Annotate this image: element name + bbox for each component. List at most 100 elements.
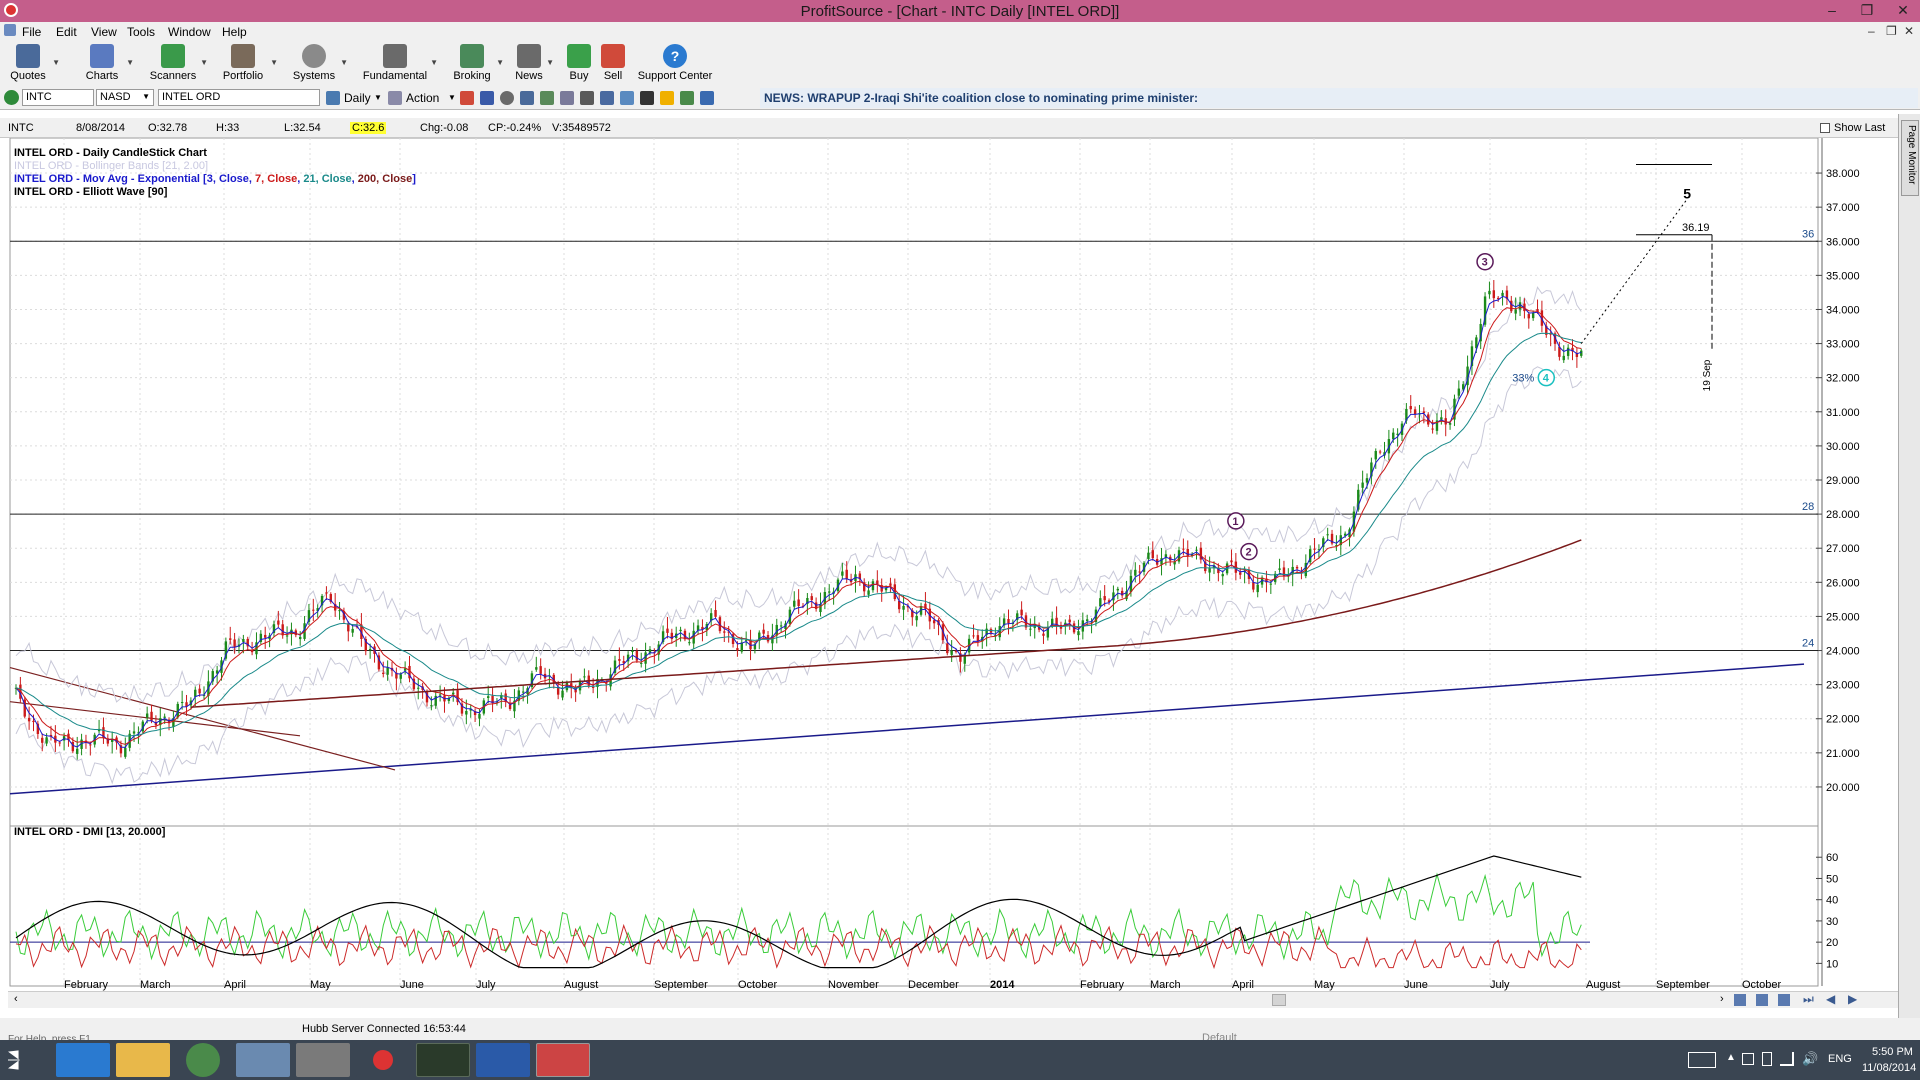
- step-forward-icon[interactable]: ▶: [1848, 992, 1857, 1006]
- maximize-button[interactable]: ❐: [1850, 0, 1884, 22]
- recorder-icon[interactable]: [356, 1043, 410, 1077]
- menu-view[interactable]: View: [91, 25, 117, 39]
- charts-button[interactable]: Charts ▼: [80, 42, 134, 86]
- minimize-button[interactable]: –: [1815, 0, 1849, 22]
- calculator-icon[interactable]: [236, 1043, 290, 1077]
- scroll-thumb[interactable]: [1272, 994, 1286, 1006]
- scroll-right-icon[interactable]: ›: [1720, 993, 1724, 1005]
- quotes-button[interactable]: Quotes ▼: [6, 42, 60, 86]
- clock-date[interactable]: 11/08/2014: [1862, 1062, 1916, 1074]
- volume-icon[interactable]: 🔊: [1802, 1051, 1818, 1067]
- keyboard-icon[interactable]: [1688, 1052, 1716, 1068]
- sell-icon: [601, 44, 625, 68]
- chevron-down-icon[interactable]: ▼: [270, 58, 278, 67]
- period-select[interactable]: Daily: [344, 91, 371, 105]
- candle-body: [583, 676, 586, 678]
- candle-body: [932, 620, 936, 624]
- menu-help[interactable]: Help: [222, 25, 247, 39]
- menu-edit[interactable]: Edit: [56, 25, 77, 39]
- word-icon[interactable]: [476, 1043, 530, 1077]
- tray-expand-icon[interactable]: ▲: [1726, 1052, 1736, 1063]
- price-chart[interactable]: 38.000 37.000 36.000 35.000 34.000 33.000 32.0…: [0, 138, 1898, 991]
- support-center-button[interactable]: ? Support Center: [636, 42, 714, 86]
- chart-area[interactable]: 38.000 37.000 36.000 35.000 34.000 33.000 32.0…: [0, 138, 1898, 1008]
- menu-window[interactable]: Window: [168, 25, 211, 39]
- zoom-in-icon[interactable]: [1734, 994, 1746, 1006]
- buy-button[interactable]: Buy: [566, 42, 592, 86]
- show-last-checkbox[interactable]: [1820, 123, 1830, 133]
- page-monitor-tab[interactable]: Page Monitor: [1901, 120, 1919, 196]
- chevron-down-icon[interactable]: ▼: [448, 93, 456, 102]
- news-button[interactable]: News ▼: [514, 42, 554, 86]
- save-icon[interactable]: [480, 91, 494, 105]
- chevron-down-icon[interactable]: ▼: [52, 58, 60, 67]
- fundamental-button[interactable]: Fundamental ▼: [362, 42, 438, 86]
- language-indicator[interactable]: ENG: [1828, 1053, 1852, 1065]
- portfolio-button[interactable]: Portfolio ▼: [218, 42, 278, 86]
- chevron-down-icon[interactable]: ▼: [200, 58, 208, 67]
- sell-button[interactable]: Sell: [600, 42, 626, 86]
- app-icon[interactable]: [296, 1043, 350, 1077]
- scroll-left-icon[interactable]: ‹: [14, 993, 18, 1005]
- step-back-icon[interactable]: ◀: [1826, 992, 1835, 1006]
- mdi-restore-button[interactable]: ❐: [1886, 24, 1897, 38]
- trend-icon[interactable]: [640, 91, 654, 105]
- star-icon[interactable]: [660, 91, 674, 105]
- compare-icon[interactable]: [680, 91, 694, 105]
- arrow-down-icon[interactable]: [460, 91, 474, 105]
- security-name-field[interactable]: INTEL ORD: [158, 89, 320, 106]
- scanners-button[interactable]: Scanners ▼: [148, 42, 208, 86]
- candle-body: [338, 610, 341, 612]
- settings-icon[interactable]: [500, 91, 514, 105]
- scroll-end-icon[interactable]: ⏭: [1803, 992, 1814, 1007]
- chrome-icon[interactable]: [186, 1043, 220, 1077]
- tools-icon[interactable]: [580, 91, 594, 105]
- candle-body: [465, 710, 468, 715]
- mdi-close-button[interactable]: ✕: [1904, 24, 1914, 38]
- mdi-minimize-button[interactable]: –: [1868, 24, 1875, 38]
- broking-button[interactable]: Broking ▼: [450, 42, 504, 86]
- file-explorer-icon[interactable]: [116, 1043, 170, 1077]
- alert-icon[interactable]: [620, 91, 634, 105]
- chevron-down-icon[interactable]: ▼: [430, 58, 438, 67]
- close-button[interactable]: ✕: [1886, 0, 1920, 22]
- horizontal-scrollbar[interactable]: ‹ › ⏭ ◀ ▶: [8, 991, 1898, 1008]
- signal-icon[interactable]: [1780, 1052, 1794, 1066]
- zoom-fit-icon[interactable]: [1778, 994, 1790, 1006]
- template-icon[interactable]: [560, 91, 574, 105]
- go-icon[interactable]: [4, 90, 19, 105]
- exchange-select[interactable]: NASD ▼: [96, 89, 154, 106]
- candle-body: [679, 629, 682, 632]
- document-icon[interactable]: [4, 24, 16, 36]
- menu-tools[interactable]: Tools: [127, 25, 155, 39]
- systems-button[interactable]: Systems ▼: [290, 42, 348, 86]
- symbol-input[interactable]: INTC: [22, 89, 94, 106]
- indicator-icon[interactable]: [540, 91, 554, 105]
- x-tick-label: April: [1232, 979, 1254, 991]
- chevron-down-icon[interactable]: ▼: [496, 58, 504, 67]
- layout-icon[interactable]: [700, 91, 714, 105]
- zoom-out-icon[interactable]: [1756, 994, 1768, 1006]
- action-center-icon[interactable]: [1742, 1053, 1754, 1065]
- chevron-down-icon[interactable]: ▼: [126, 58, 134, 67]
- legend-ma-params: 3, Close, 7, Close, 21, Close, 200, Clos…: [207, 173, 416, 185]
- print-icon[interactable]: [520, 91, 534, 105]
- y-tick-label: 35.000: [1826, 270, 1860, 282]
- chevron-down-icon[interactable]: ▼: [546, 58, 554, 67]
- chart-type-icon[interactable]: [600, 91, 614, 105]
- show-last-label[interactable]: Show Last: [1834, 122, 1885, 134]
- windows-start-icon[interactable]: [8, 1050, 20, 1070]
- candle-body: [744, 639, 748, 641]
- chevron-down-icon[interactable]: ▼: [374, 93, 382, 102]
- legend-moving-average: INTEL ORD - Mov Avg - Exponential [3, Cl…: [14, 173, 416, 185]
- news-ticker[interactable]: NEWS: WRAPUP 2-Iraqi Shi'ite coalition c…: [760, 88, 1918, 108]
- go-app-icon[interactable]: [416, 1043, 470, 1077]
- x-tick-label: November: [828, 979, 879, 991]
- battery-icon[interactable]: [1762, 1052, 1772, 1066]
- internet-explorer-icon[interactable]: [56, 1043, 110, 1077]
- action-menu[interactable]: Action: [406, 91, 439, 105]
- profitsource-icon[interactable]: [536, 1043, 590, 1077]
- menu-file[interactable]: File: [22, 25, 41, 39]
- chevron-down-icon[interactable]: ▼: [340, 58, 348, 67]
- clock-time[interactable]: 5:50 PM: [1872, 1046, 1913, 1058]
